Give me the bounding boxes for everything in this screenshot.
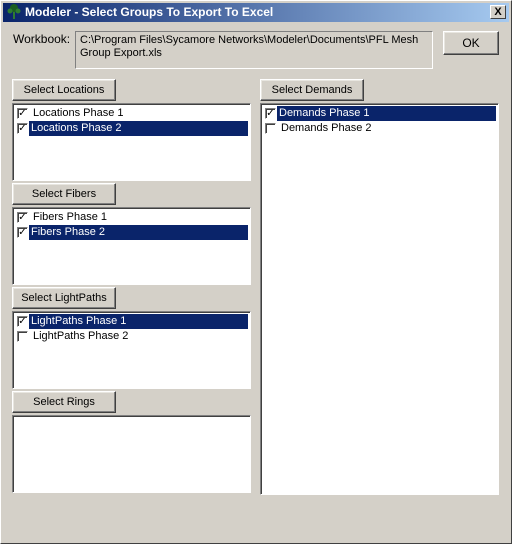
list-item-label: Locations Phase 2	[29, 121, 248, 136]
checkbox-checked[interactable]: ✓	[265, 108, 276, 119]
list-item[interactable]: ✓ LightPaths Phase 1	[15, 314, 248, 329]
close-icon: X	[494, 6, 502, 18]
list-item-label: Locations Phase 1	[33, 107, 124, 119]
list-item[interactable]: ✓ Locations Phase 1	[15, 106, 248, 121]
list-item-label: Fibers Phase 1	[33, 211, 107, 223]
list-item[interactable]: ✓ Fibers Phase 1	[15, 210, 248, 225]
lightpaths-list[interactable]: ✓ LightPaths Phase 1 LightPaths Phase 2	[12, 311, 251, 389]
list-item-label: Demands Phase 1	[277, 106, 496, 121]
select-locations-button[interactable]: Select Locations	[12, 79, 116, 101]
workbook-label: Workbook:	[13, 32, 71, 46]
checkbox-checked[interactable]: ✓	[17, 316, 28, 327]
list-item-label: Fibers Phase 2	[29, 225, 248, 240]
checkbox-unchecked[interactable]	[265, 123, 276, 134]
select-fibers-button[interactable]: Select Fibers	[12, 183, 116, 205]
select-demands-button[interactable]: Select Demands	[260, 79, 364, 101]
window-title: Modeler - Select Groups To Export To Exc…	[25, 5, 274, 19]
demands-list[interactable]: ✓ Demands Phase 1 Demands Phase 2	[260, 103, 499, 495]
list-item[interactable]: LightPaths Phase 2	[15, 329, 248, 344]
list-item[interactable]: Demands Phase 2	[263, 121, 496, 136]
list-item[interactable]: ✓ Demands Phase 1	[263, 106, 496, 121]
rings-list[interactable]	[12, 415, 251, 493]
list-item[interactable]: ✓ Fibers Phase 2	[15, 225, 248, 240]
checkbox-checked[interactable]: ✓	[17, 123, 28, 134]
title-bar[interactable]: Modeler - Select Groups To Export To Exc…	[3, 3, 509, 22]
checkbox-checked[interactable]: ✓	[17, 108, 28, 119]
checkbox-checked[interactable]: ✓	[17, 227, 28, 238]
select-rings-button[interactable]: Select Rings	[12, 391, 116, 413]
select-lightpaths-button[interactable]: Select LightPaths	[12, 287, 116, 309]
list-item-label: Demands Phase 2	[281, 122, 372, 134]
workbook-path-field: C:\Program Files\Sycamore Networks\Model…	[75, 31, 433, 69]
list-item-label: LightPaths Phase 2	[33, 330, 129, 342]
app-icon	[6, 4, 22, 20]
ok-button[interactable]: OK	[443, 31, 499, 55]
dialog-window: Modeler - Select Groups To Export To Exc…	[0, 0, 512, 544]
locations-list[interactable]: ✓ Locations Phase 1 ✓ Locations Phase 2	[12, 103, 251, 181]
list-item[interactable]: ✓ Locations Phase 2	[15, 121, 248, 136]
fibers-list[interactable]: ✓ Fibers Phase 1 ✓ Fibers Phase 2	[12, 207, 251, 285]
close-button[interactable]: X	[490, 5, 506, 19]
checkbox-checked[interactable]: ✓	[17, 212, 28, 223]
checkbox-unchecked[interactable]	[17, 331, 28, 342]
list-item-label: LightPaths Phase 1	[29, 314, 248, 329]
